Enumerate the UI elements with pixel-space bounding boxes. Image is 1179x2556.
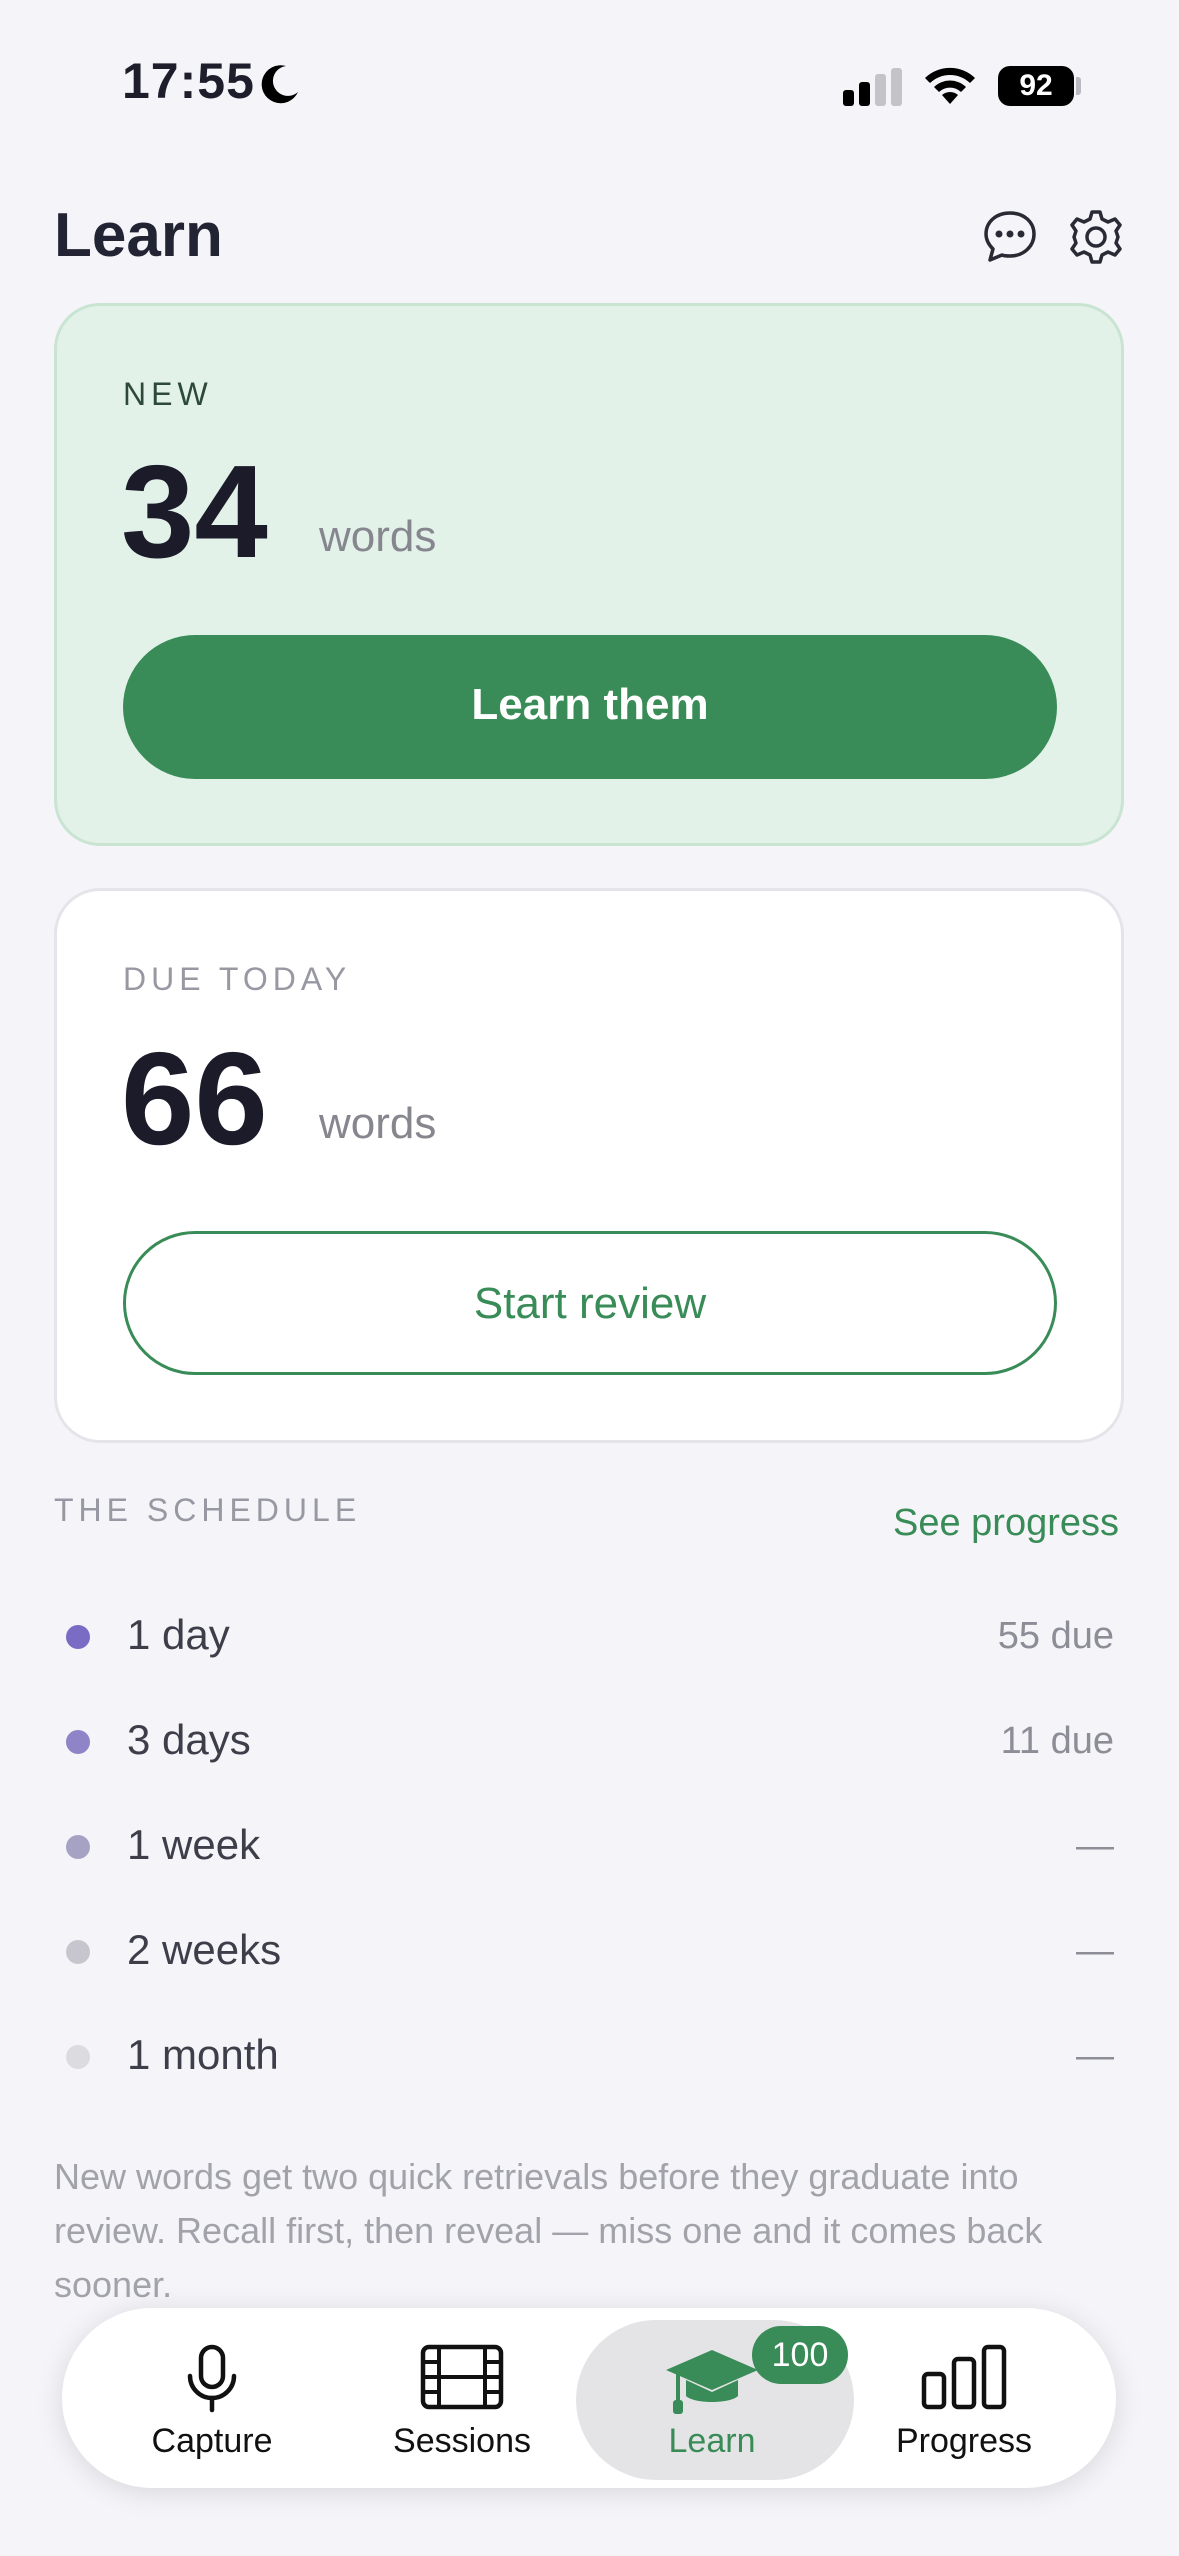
bar-chart-icon bbox=[921, 2344, 1007, 2410]
schedule-dot bbox=[66, 1625, 90, 1649]
cellular-signal-icon bbox=[843, 68, 902, 106]
schedule-interval: 2 weeks bbox=[127, 1926, 282, 1973]
new-card-label: NEW bbox=[123, 376, 213, 412]
schedule-interval: 1 month bbox=[127, 2031, 279, 2078]
schedule-dot bbox=[66, 1835, 90, 1859]
page-title: Learn bbox=[54, 201, 223, 270]
see-progress-link[interactable]: See progress bbox=[893, 1502, 1119, 1545]
tab-progress[interactable]: Progress bbox=[854, 2308, 1074, 2488]
schedule-row: 3 days 11 due bbox=[54, 1702, 1114, 1807]
schedule-footnote: New words get two quick retrievals befor… bbox=[54, 2156, 1043, 2305]
status-time: 17:55 bbox=[122, 53, 255, 109]
due-words-unit: words bbox=[319, 1099, 437, 1148]
tab-label: Capture bbox=[151, 2422, 273, 2460]
due-card-label: DUE TODAY bbox=[123, 961, 352, 997]
film-icon bbox=[420, 2344, 504, 2410]
schedule-row: 1 day 55 due bbox=[54, 1597, 1114, 1702]
learn-them-button[interactable]: Learn them bbox=[123, 635, 1057, 779]
graduation-cap-icon bbox=[666, 2350, 758, 2414]
tab-label: Sessions bbox=[393, 2422, 531, 2460]
new-words-count: 34 bbox=[121, 438, 268, 585]
schedule-interval: 1 day bbox=[127, 1611, 230, 1658]
due-today-card: DUE TODAY 66 words Start review bbox=[54, 888, 1124, 1443]
schedule-row: 1 month — bbox=[54, 2017, 1114, 2122]
gear-icon[interactable] bbox=[1067, 208, 1125, 266]
tab-label: Learn bbox=[668, 2422, 756, 2460]
wifi-icon bbox=[925, 67, 975, 104]
due-words-count: 66 bbox=[121, 1025, 268, 1172]
schedule-row: 2 weeks — bbox=[54, 1912, 1114, 2017]
chat-bubble-icon[interactable] bbox=[981, 208, 1039, 266]
schedule-dot bbox=[66, 2045, 90, 2069]
schedule-due-count: — bbox=[1076, 1930, 1114, 1972]
schedule-due-count: 11 due bbox=[1000, 1720, 1114, 1762]
schedule-dot bbox=[66, 1730, 90, 1754]
schedule-interval: 1 week bbox=[127, 1821, 261, 1868]
schedule-due-count: — bbox=[1076, 1825, 1114, 1867]
schedule-interval: 3 days bbox=[127, 1716, 251, 1763]
new-words-unit: words bbox=[319, 512, 437, 561]
battery-nub bbox=[1076, 77, 1081, 95]
start-review-button[interactable]: Start review bbox=[123, 1231, 1057, 1375]
tab-bar: Capture Sessions Learn 100 Progress bbox=[62, 2308, 1116, 2488]
learn-badge: 100 bbox=[752, 2326, 848, 2384]
schedule-heading: THE SCHEDULE bbox=[54, 1492, 362, 1528]
tab-sessions[interactable]: Sessions bbox=[352, 2308, 572, 2488]
schedule-dot bbox=[66, 1940, 90, 1964]
battery-indicator: 92 bbox=[998, 66, 1074, 106]
tab-label: Progress bbox=[895, 2422, 1033, 2460]
schedule-due-count: 55 due bbox=[997, 1615, 1114, 1657]
new-words-card: NEW 34 words Learn them bbox=[54, 303, 1124, 846]
schedule-row: 1 week — bbox=[54, 1807, 1114, 1912]
moon-icon bbox=[261, 65, 298, 104]
microphone-icon bbox=[187, 2344, 237, 2413]
schedule-due-count: — bbox=[1076, 2035, 1114, 2077]
tab-capture[interactable]: Capture bbox=[102, 2308, 322, 2488]
